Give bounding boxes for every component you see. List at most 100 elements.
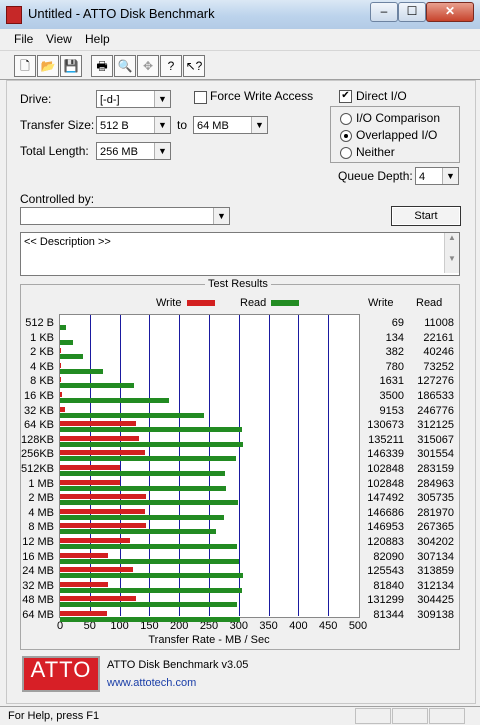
controlled-by-select[interactable]: ▼ <box>20 207 230 225</box>
read-bar <box>60 486 226 491</box>
gridline <box>239 315 240 616</box>
gridline <box>179 315 180 616</box>
write-bar <box>60 553 108 558</box>
category-label: 8 KB <box>18 375 54 387</box>
drive-select[interactable]: [-d-] ▼ <box>96 90 171 108</box>
category-label: 12 MB <box>18 536 54 548</box>
total-length-value: 256 MB <box>100 146 138 158</box>
read-bar <box>60 340 73 345</box>
read-value: 305735 <box>390 492 454 504</box>
legend-read-label: Read <box>240 297 266 309</box>
category-label: 32 KB <box>18 405 54 417</box>
close-button[interactable]: ✕ <box>426 2 474 22</box>
write-bar <box>60 450 145 455</box>
x-tick-label: 450 <box>313 620 343 632</box>
menu-help[interactable]: Help <box>85 32 110 46</box>
read-value: 307134 <box>390 551 454 563</box>
io-comparison-radio[interactable] <box>340 113 352 125</box>
read-value: 73252 <box>390 361 454 373</box>
new-icon[interactable]: 🗋 <box>14 55 36 77</box>
read-value: 283159 <box>390 463 454 475</box>
category-label: 16 MB <box>18 551 54 563</box>
read-value: 267365 <box>390 521 454 533</box>
write-bar <box>60 494 146 499</box>
transfer-from-select[interactable]: 512 B ▼ <box>96 116 171 134</box>
category-label: 32 MB <box>18 580 54 592</box>
description-box[interactable]: << Description >> ▲ ▼ <box>20 232 460 276</box>
queue-depth-select[interactable]: 4 ▼ <box>415 167 459 185</box>
write-bar <box>60 377 61 382</box>
category-label: 8 MB <box>18 521 54 533</box>
read-bar <box>60 573 243 578</box>
legend-read-swatch <box>271 300 299 306</box>
overlapped-io-radio[interactable] <box>340 130 352 142</box>
scrollbar[interactable]: ▲ ▼ <box>444 233 459 273</box>
category-label: 16 KB <box>18 390 54 402</box>
read-value: 313859 <box>390 565 454 577</box>
website-link[interactable]: www.attotech.com <box>107 677 196 689</box>
status-pane <box>429 708 465 724</box>
read-bar <box>60 354 83 359</box>
read-value: 11008 <box>390 317 454 329</box>
move-icon[interactable]: ✥ <box>137 55 159 77</box>
write-bar <box>60 509 145 514</box>
print-icon[interactable]: 🖶 <box>91 55 113 77</box>
read-value: 127276 <box>390 375 454 387</box>
category-label: 4 KB <box>18 361 54 373</box>
context-help-icon[interactable]: ↖? <box>183 55 205 77</box>
x-axis-label: Transfer Rate - MB / Sec <box>59 634 359 646</box>
category-label: 24 MB <box>18 565 54 577</box>
read-value: 246776 <box>390 405 454 417</box>
total-length-label: Total Length: <box>20 144 89 158</box>
start-button[interactable]: Start <box>391 206 461 226</box>
neither-label: Neither <box>356 145 395 159</box>
read-bar <box>60 325 66 330</box>
open-icon[interactable]: 📂 <box>37 55 59 77</box>
atto-logo-text: ATTO <box>22 657 100 683</box>
category-label: 4 MB <box>18 507 54 519</box>
category-label: 2 MB <box>18 492 54 504</box>
description-text: << Description >> <box>24 236 111 248</box>
transfer-to-select[interactable]: 64 MB ▼ <box>193 116 268 134</box>
transfer-from-value: 512 B <box>100 120 129 132</box>
chevron-down-icon: ▼ <box>154 91 170 107</box>
chevron-down-icon: ▼ <box>154 143 170 159</box>
write-bar <box>60 421 136 426</box>
write-bar <box>60 392 62 397</box>
read-bar <box>60 398 169 403</box>
read-bar <box>60 456 236 461</box>
category-label: 1 MB <box>18 478 54 490</box>
status-pane <box>392 708 428 724</box>
save-icon[interactable]: 💾 <box>60 55 82 77</box>
force-write-checkbox[interactable] <box>194 91 207 104</box>
print-preview-icon[interactable]: 🔍 <box>114 55 136 77</box>
category-label: 48 MB <box>18 594 54 606</box>
x-tick-label: 400 <box>283 620 313 632</box>
write-bar <box>60 582 108 587</box>
neither-radio[interactable] <box>340 147 352 159</box>
category-label: 2 KB <box>18 346 54 358</box>
minimize-button[interactable]: – <box>370 2 398 22</box>
direct-io-checkbox[interactable]: ✔ <box>339 90 352 103</box>
total-length-select[interactable]: 256 MB ▼ <box>96 142 171 160</box>
read-bar <box>60 383 134 388</box>
drive-value: [-d-] <box>100 94 120 106</box>
chevron-down-icon: ▼ <box>154 117 170 133</box>
read-bar <box>60 369 103 374</box>
maximize-button[interactable]: ☐ <box>398 2 426 22</box>
overlapped-io-label: Overlapped I/O <box>356 128 437 142</box>
title-bar: Untitled - ATTO Disk Benchmark – ☐ ✕ <box>0 0 480 30</box>
queue-depth-value: 4 <box>419 171 425 183</box>
write-bar <box>60 523 146 528</box>
read-value: 315067 <box>390 434 454 446</box>
read-bar <box>60 442 243 447</box>
gridline <box>328 315 329 616</box>
menu-file[interactable]: File <box>14 32 33 46</box>
read-column-header: Read <box>416 297 442 309</box>
read-value: 281970 <box>390 507 454 519</box>
menu-view[interactable]: View <box>46 32 72 46</box>
read-value: 309138 <box>390 609 454 621</box>
read-bar <box>60 471 225 476</box>
help-icon[interactable]: ? <box>160 55 182 77</box>
read-bar <box>60 588 242 593</box>
